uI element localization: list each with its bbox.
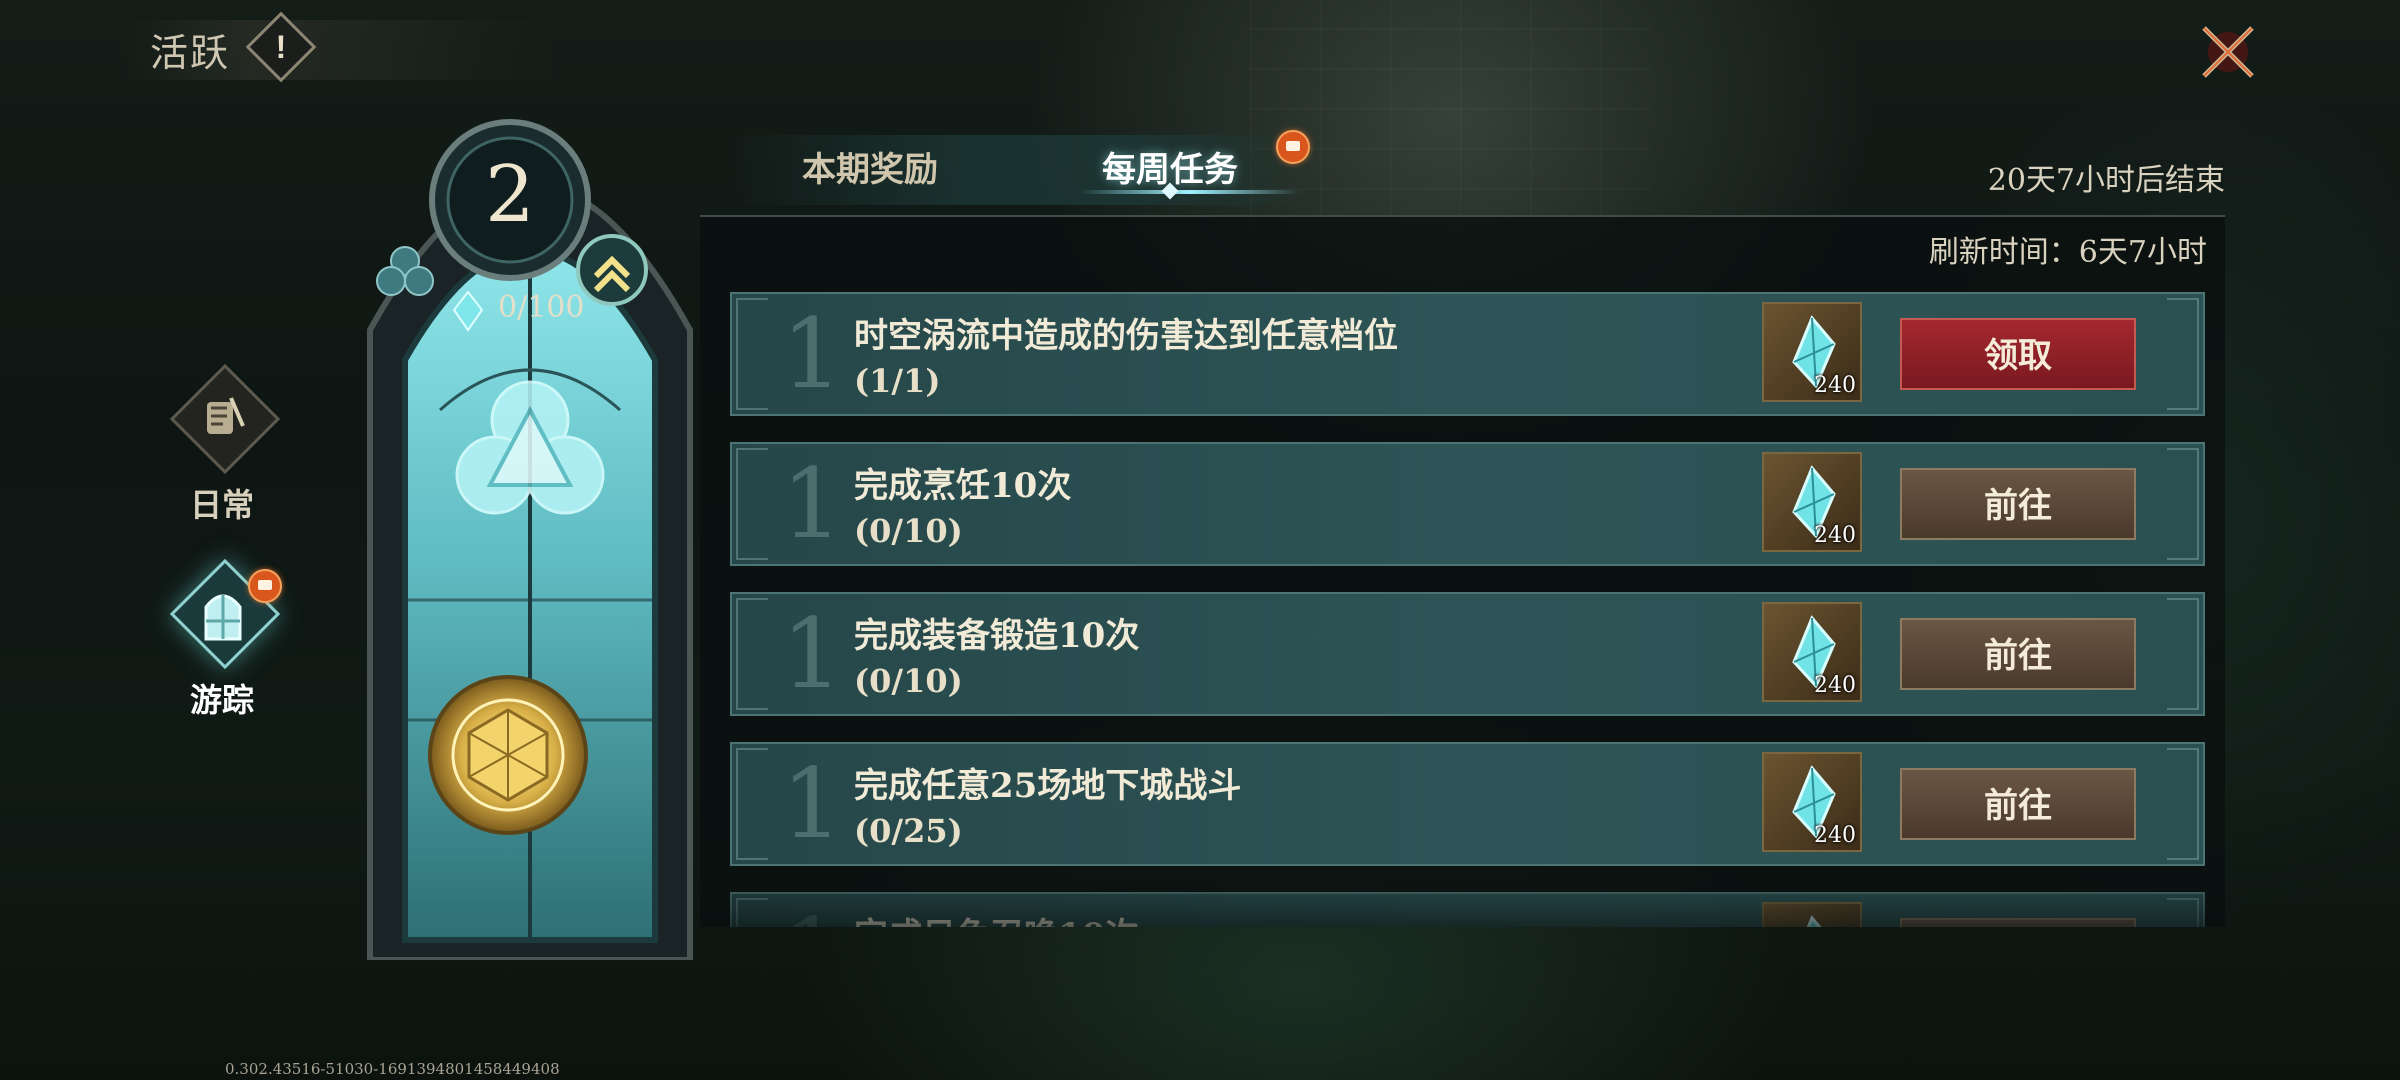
task-progress: (0/25) [854, 812, 963, 850]
activity-screen: 活跃 ! 日常 游踪 2 0/100 本期奖励 每周任务 20天7小时后结束 刷… [0, 0, 2400, 1080]
task-progress: (0/10) [854, 512, 963, 550]
task-number: 1 [781, 448, 843, 560]
task-row: 1 完成日兔召唤10次 [730, 892, 2205, 927]
close-icon [2202, 26, 2254, 78]
tab-active-indicator [1080, 190, 1300, 194]
reward-item[interactable]: 240 [1762, 752, 1862, 852]
task-list[interactable]: 1 时空涡流中造成的伤害达到任意档位 (1/1) 240 领取 1 完成烹饪10… [730, 292, 2205, 927]
task-number: 1 [781, 598, 843, 710]
task-progress: (0/10) [854, 662, 963, 700]
crystal-icon [1806, 915, 1822, 927]
go-button[interactable]: 前往 [1900, 618, 2136, 690]
task-title: 时空涡流中造成的伤害达到任意档位 [854, 316, 1398, 356]
reward-count: 240 [1814, 523, 1856, 548]
refresh-time: 刷新时间：6天7小时 [1928, 235, 2207, 270]
background-stone-wall [1250, 0, 1650, 230]
task-title: 完成装备锻造10次 [854, 616, 1140, 656]
scroll-icon-glyph [207, 397, 245, 434]
reward-count: 240 [1814, 373, 1856, 398]
go-button[interactable]: 前往 [1900, 768, 2136, 840]
task-title: 完成任意25场地下城战斗 [854, 766, 1242, 806]
notification-badge [1276, 130, 1310, 164]
reward-item[interactable] [1762, 902, 1862, 927]
task-title: 完成日兔召唤10次 [854, 908, 1139, 927]
task-row: 1 完成烹饪10次 (0/10) 240 前往 [730, 442, 2205, 566]
task-number: 1 [781, 298, 843, 410]
go-button[interactable]: 前往 [1900, 468, 2136, 540]
reward-item[interactable]: 240 [1762, 302, 1862, 402]
tracker-points: 0/100 [498, 290, 585, 325]
reward-count: 240 [1814, 673, 1856, 698]
reward-item[interactable]: 240 [1762, 602, 1862, 702]
task-row: 1 完成装备锻造10次 (0/10) 240 前往 [730, 592, 2205, 716]
claim-button[interactable]: 领取 [1900, 318, 2136, 390]
reward-item[interactable]: 240 [1762, 452, 1862, 552]
reward-count: 240 [1814, 823, 1856, 848]
task-row: 1 时空涡流中造成的伤害达到任意档位 (1/1) 240 领取 [730, 292, 2205, 416]
page-title: 活跃 [150, 31, 231, 75]
task-number: 1 [781, 748, 843, 860]
task-panel: 刷新时间：6天7小时 1 时空涡流中造成的伤害达到任意档位 (1/1) 240 … [700, 215, 2225, 927]
go-button[interactable] [1900, 918, 2136, 927]
sidebar-item-label: 游踪 [189, 681, 254, 719]
close-button[interactable] [2196, 20, 2260, 84]
season-timer: 20天7小时后结束 [1987, 163, 2225, 198]
sidebar-item-daily[interactable]: 日常 [152, 363, 292, 530]
window-icon-glyph [204, 594, 242, 641]
task-number: 1 [772, 904, 852, 927]
tab-period-rewards[interactable]: 本期奖励 [750, 140, 990, 200]
sidebar-item-journey[interactable]: 游踪 [152, 558, 292, 725]
tracker-level: 2 [485, 150, 535, 240]
sidebar-item-label: 日常 [189, 486, 254, 524]
task-progress: (1/1) [854, 362, 941, 400]
task-row: 1 完成任意25场地下城战斗 (0/25) 240 前往 [730, 742, 2205, 866]
upgrade-button[interactable] [585, 235, 655, 305]
version-label: 0.302.43516-51030-1691394801458449408 [225, 1060, 560, 1078]
notification-badge [248, 569, 282, 603]
task-title: 完成烹饪10次 [854, 466, 1072, 506]
